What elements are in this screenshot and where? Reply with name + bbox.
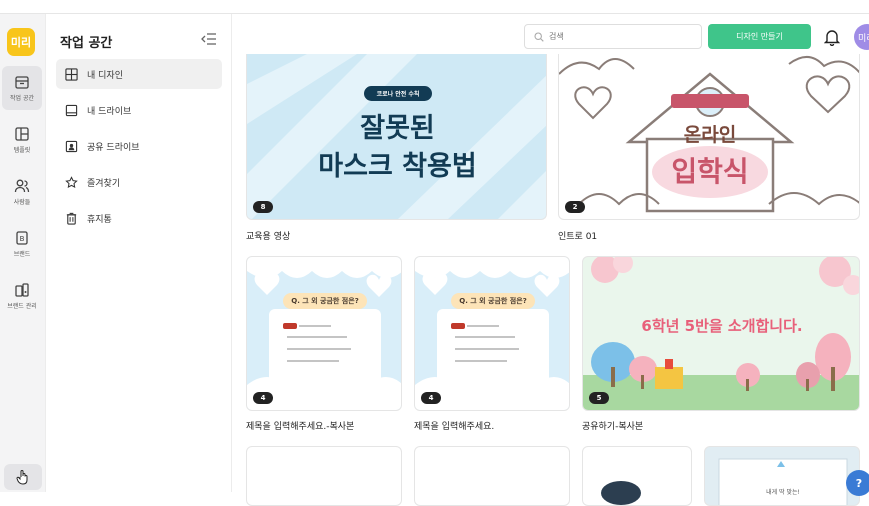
card-title[interactable]: 교육용 영상 [246,229,290,242]
page-count-badge: 5 [589,392,609,404]
thumbnail-heading-line1: 잘못된 [360,113,435,144]
shared-drive-icon [65,140,78,152]
card-title[interactable]: 인트로 01 [558,229,597,242]
sidebar-item-label: 즐겨찾기 [87,178,121,189]
app-logo[interactable]: 미리 [7,28,35,56]
design-thumbnail[interactable] [414,446,570,506]
sidebar-item-shared-drive[interactable]: 공유 드라이브 [56,131,222,161]
sidebar-title: 작업 공간 [60,36,113,51]
rail-label: 브랜드 [13,251,31,258]
people-icon [14,179,30,193]
search-icon [534,31,544,42]
card-title[interactable]: 제목을 입력해주세요.-복사본 [246,419,354,432]
bell-icon[interactable] [824,28,840,46]
rail-item-brand-manage[interactable]: 브랜드 관리 [2,274,42,318]
rail-item-template[interactable]: 템플릿 [2,118,42,162]
trash-icon [66,212,77,225]
sidebar-item-label: 공유 드라이브 [87,142,140,153]
page-count-badge: 4 [253,392,273,404]
design-thumbnail[interactable]: 6학년 5반을 소개합니다. 5 [582,256,860,411]
template-icon [15,127,29,141]
thumbnail-small-heading: 코로나 안전 수칙 [376,91,420,98]
page-count-badge: 8 [253,201,273,213]
rail-item-workspace[interactable]: 작업 공간 [2,66,42,110]
thumbnail-heading-line2: 입학식 [671,155,749,188]
hand-cursor-button[interactable] [4,464,42,490]
sidebar-item-my-design[interactable]: 내 디자인 [56,59,222,89]
brand-manage-icon [15,283,29,297]
page-count-badge: 2 [565,201,585,213]
design-thumbnail[interactable]: Q. 그 외 궁금한 점은? 4 [246,256,402,411]
help-button[interactable]: ? [846,470,869,496]
design-thumbnail[interactable]: Q. 그 외 궁금한 점은? 4 [414,256,570,411]
bottom-thumbnail-art [718,458,848,505]
design-thumbnail[interactable] [582,446,692,506]
sidebar-item-favorites[interactable]: 즐겨찾기 [56,167,222,197]
rail-label: 사람들 [13,199,31,206]
avatar[interactable]: 미리 [854,24,869,50]
rail-label: 작업 공간 [10,95,34,102]
left-rail: 미리 작업 공간 템플릿 사람들 B 브랜드 브랜드 관리 [0,14,46,492]
rail-item-brand[interactable]: B 브랜드 [2,222,42,266]
thumbnail-heading-line2: 마스크 착용법 [318,151,477,182]
sidebar-item-label: 내 드라이브 [87,106,132,117]
character-thumbnail-art [601,481,641,505]
workspace-sidebar: 작업 공간 내 디자인 내 드라이브 공유 드라이브 즐겨찾기 휴지통 [46,14,232,492]
sidebar-item-trash[interactable]: 휴지통 [56,203,222,233]
sidebar-item-label: 휴지통 [87,214,112,225]
thumbnail-heading-line1: 온라인 [683,124,737,146]
rail-label: 템플릿 [13,147,31,154]
thumbnail-question: Q. 그 외 궁금한 점은? [459,297,527,305]
grid-icon [65,67,78,81]
sidebar-item-label: 내 디자인 [87,70,123,81]
design-thumbnail[interactable]: 코로나 안전 수칙 잘못된 마스크 착용법 8 [246,54,547,220]
design-thumbnail[interactable]: 내게 딱 맞는! [704,446,860,506]
star-icon [65,175,78,188]
thumbnail-headline: 6학년 5반을 소개합니다. [641,317,803,335]
top-border [0,0,869,14]
search-input[interactable] [549,32,689,41]
hand-pointer-icon [16,470,28,485]
page-count-badge: 4 [421,392,441,404]
qa-thumbnail-art [247,257,401,410]
svg-text:B: B [20,235,25,243]
drive-icon [65,104,78,116]
sidebar-item-my-drive[interactable]: 내 드라이브 [56,95,222,125]
design-thumbnail[interactable]: 온라인 입학식 2 [558,54,860,220]
create-design-button[interactable]: 디자인 만들기 [708,24,811,49]
card-title[interactable]: 제목을 입력해주세요. [414,419,494,432]
rail-item-people[interactable]: 사람들 [2,170,42,214]
workspace-icon [15,76,29,89]
collapse-sidebar-icon[interactable] [201,32,217,46]
card-title[interactable]: 공유하기-복사본 [582,419,643,432]
search-box[interactable] [524,24,702,49]
rail-label: 브랜드 관리 [7,303,37,310]
qa-thumbnail-art [415,257,569,410]
design-thumbnail[interactable] [246,446,402,506]
brand-icon: B [16,231,28,245]
thumbnail-question: Q. 그 외 궁금한 점은? [291,297,359,305]
